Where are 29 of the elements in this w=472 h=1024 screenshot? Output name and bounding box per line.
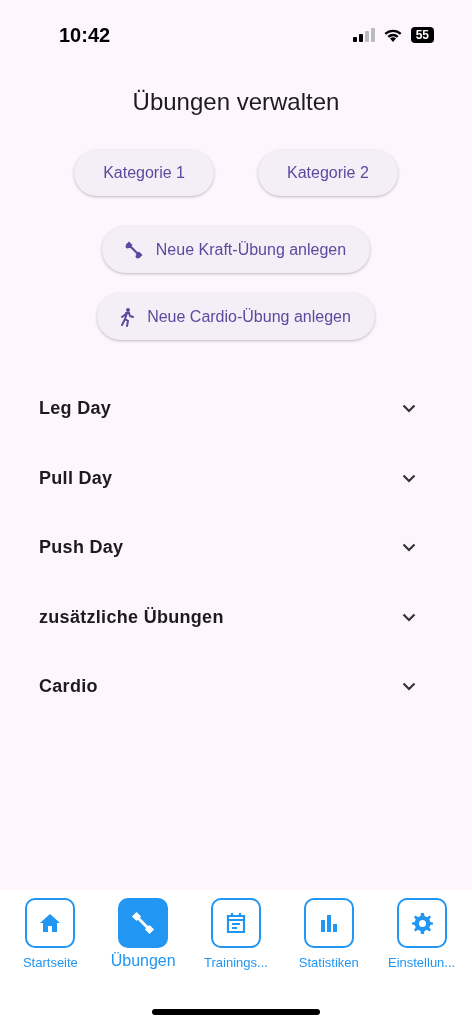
add-exercise-button[interactable]: Neue Kraft-Übung anlegen: [101, 226, 371, 273]
category-button[interactable]: Kategorie 1: [74, 150, 214, 196]
section-header[interactable]: Leg Day: [0, 374, 472, 444]
nav-tab-button[interactable]: [118, 898, 169, 948]
page-title: Übungen verwalten: [131, 88, 341, 116]
status-time: 10:42: [59, 23, 111, 47]
section-header[interactable]: Pull Day: [0, 443, 472, 513]
nav-tab-button[interactable]: [396, 898, 447, 948]
wifi-icon: [382, 28, 403, 42]
section-header[interactable]: Push Day: [0, 513, 472, 583]
settings-icon: [409, 911, 434, 935]
chevron-icon: [402, 473, 416, 483]
add-exercise-button[interactable]: Neue Cardio-Übung anlegen: [97, 293, 375, 340]
category-button[interactable]: Kategorie 2: [258, 150, 398, 196]
calendar-icon: [224, 911, 248, 935]
running-person-icon: [119, 306, 136, 327]
battery-indicator: 55: [410, 27, 434, 43]
nav-tab-button[interactable]: [303, 898, 354, 948]
dumbbell-icon: [130, 910, 157, 936]
chevron-icon: [402, 543, 416, 553]
section-header[interactable]: zusätzliche Übungen: [0, 582, 472, 652]
nav-tab-button[interactable]: [211, 898, 261, 948]
section-header[interactable]: Cardio: [0, 652, 472, 722]
signal-icon: [352, 28, 375, 42]
chevron-icon: [402, 682, 416, 692]
chevron-icon: [402, 612, 416, 622]
nav-tab-button[interactable]: [25, 898, 76, 948]
dumbbell-icon: [123, 239, 144, 260]
chevron-icon: [402, 404, 416, 414]
